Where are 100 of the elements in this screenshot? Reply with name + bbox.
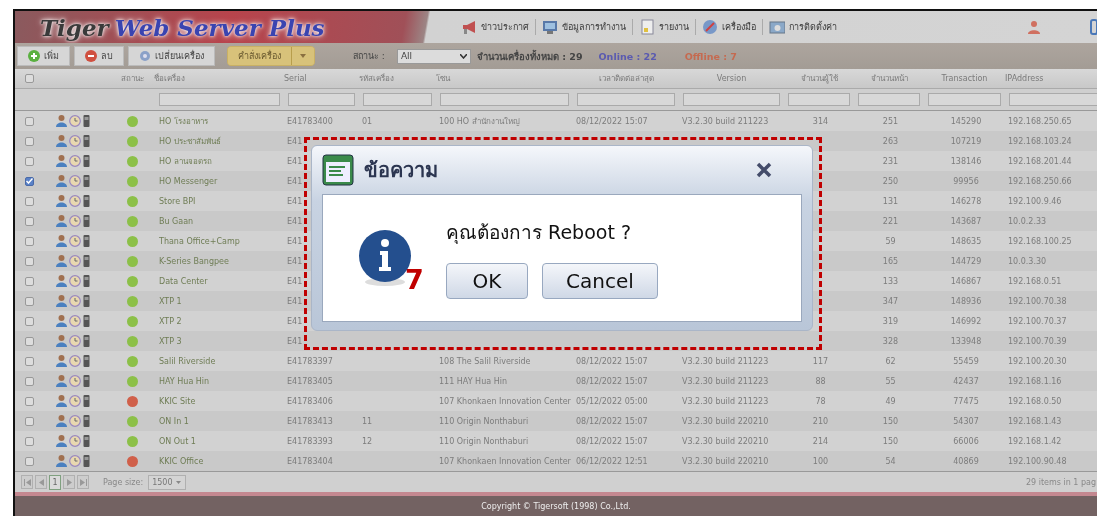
device-name[interactable]: HO โรงอาหาร — [154, 114, 284, 128]
toolbar-button[interactable]: ลบ — [74, 46, 124, 66]
filter-field[interactable] — [858, 93, 920, 106]
clock-icon[interactable] — [69, 415, 81, 427]
clock-icon[interactable] — [69, 455, 81, 467]
user-icon[interactable] — [1028, 20, 1040, 34]
column-header[interactable]: Serial — [284, 74, 359, 83]
device-name[interactable]: HO Messenger — [154, 176, 284, 186]
clock-icon[interactable] — [69, 155, 81, 167]
phone-icon[interactable] — [83, 115, 90, 127]
filter-field[interactable] — [788, 93, 850, 106]
device-name[interactable]: Salil Riverside — [154, 356, 284, 366]
toolbar-button[interactable]: เปลี่ยนเครื่อง — [128, 46, 215, 66]
device-name[interactable]: XTP 1 — [154, 296, 284, 306]
clock-icon[interactable] — [69, 435, 81, 447]
row-checkbox[interactable] — [25, 436, 34, 446]
person-icon[interactable] — [56, 355, 67, 367]
nav-link[interactable]: รายงาน — [633, 19, 696, 35]
person-icon[interactable] — [56, 215, 67, 227]
row-checkbox[interactable] — [25, 296, 34, 306]
phone-icon[interactable] — [83, 335, 90, 347]
column-header[interactable]: ชื่อเครื่อง — [154, 72, 284, 85]
clock-icon[interactable] — [69, 375, 81, 387]
row-checkbox[interactable] — [25, 216, 34, 226]
next-page-button[interactable] — [63, 475, 75, 489]
column-header[interactable]: เวลาติดต่อล่าสุด — [573, 72, 679, 85]
phone-icon[interactable] — [83, 375, 90, 387]
device-name[interactable]: XTP 2 — [154, 316, 284, 326]
phone-icon[interactable] — [83, 135, 90, 147]
select-all-checkbox[interactable] — [25, 74, 34, 83]
row-checkbox[interactable] — [25, 316, 34, 326]
column-header[interactable]: สถานะ — [114, 72, 154, 85]
phone-icon[interactable] — [83, 195, 90, 207]
person-icon[interactable] — [56, 135, 67, 147]
clock-icon[interactable] — [69, 275, 81, 287]
phone-icon[interactable] — [83, 435, 90, 447]
row-checkbox[interactable] — [25, 356, 34, 366]
nav-link[interactable]: เครื่องมือ — [696, 19, 763, 35]
row-checkbox[interactable] — [25, 396, 34, 406]
phone-icon[interactable] — [83, 315, 90, 327]
person-icon[interactable] — [56, 295, 67, 307]
column-header[interactable]: จำนวนหน้า — [854, 72, 924, 85]
phone-icon[interactable] — [83, 275, 90, 287]
phone-icon[interactable] — [83, 295, 90, 307]
device-name[interactable]: K-Series Bangpee — [154, 256, 284, 266]
person-icon[interactable] — [56, 195, 67, 207]
device-name[interactable]: ON In 1 — [154, 416, 284, 426]
phone-icon[interactable] — [83, 235, 90, 247]
person-icon[interactable] — [56, 435, 67, 447]
column-header[interactable]: Version — [679, 74, 784, 83]
person-icon[interactable] — [56, 175, 67, 187]
phone-icon[interactable] — [83, 415, 90, 427]
command-split-button[interactable]: คำสั่งเครื่อง — [227, 46, 315, 66]
clock-icon[interactable] — [69, 215, 81, 227]
row-checkbox[interactable] — [25, 176, 34, 186]
clock-icon[interactable] — [69, 315, 81, 327]
filter-field[interactable] — [288, 93, 355, 106]
status-select[interactable]: All — [396, 48, 471, 64]
row-checkbox[interactable] — [25, 116, 34, 126]
filter-field[interactable] — [440, 93, 569, 106]
person-icon[interactable] — [56, 275, 67, 287]
device-name[interactable]: Thana Office+Camp — [154, 236, 284, 246]
clock-icon[interactable] — [69, 335, 81, 347]
filter-field[interactable] — [577, 93, 675, 106]
clock-icon[interactable] — [69, 235, 81, 247]
first-page-button[interactable] — [21, 475, 33, 489]
person-icon[interactable] — [56, 455, 67, 467]
nav-link[interactable]: ข้อมูลการทำงาน — [536, 19, 633, 35]
filter-field[interactable] — [159, 93, 280, 106]
close-button[interactable] — [756, 162, 772, 178]
row-checkbox[interactable] — [25, 136, 34, 146]
device-name[interactable]: HAY Hua Hin — [154, 376, 284, 386]
phone-icon[interactable] — [83, 355, 90, 367]
toolbar-button[interactable]: เพิ่ม — [17, 46, 70, 66]
person-icon[interactable] — [56, 415, 67, 427]
phone-icon[interactable] — [83, 455, 90, 467]
row-checkbox[interactable] — [25, 456, 34, 466]
phone-icon[interactable] — [83, 155, 90, 167]
clock-icon[interactable] — [69, 295, 81, 307]
page-size-select[interactable]: 1500 — [148, 474, 187, 490]
exit-icon[interactable] — [1090, 19, 1097, 35]
clock-icon[interactable] — [69, 175, 81, 187]
column-header[interactable]: IPAddress — [1005, 74, 1097, 83]
row-checkbox[interactable] — [25, 376, 34, 386]
clock-icon[interactable] — [69, 115, 81, 127]
phone-icon[interactable] — [83, 175, 90, 187]
column-header[interactable]: โซน — [436, 72, 573, 85]
row-checkbox[interactable] — [25, 256, 34, 266]
device-name[interactable]: ON Out 1 — [154, 436, 284, 446]
person-icon[interactable] — [56, 155, 67, 167]
device-name[interactable]: Store BPI — [154, 196, 284, 206]
person-icon[interactable] — [56, 335, 67, 347]
filter-field[interactable] — [683, 93, 780, 106]
device-name[interactable]: Bu Gaan — [154, 216, 284, 226]
row-checkbox[interactable] — [25, 416, 34, 426]
row-checkbox[interactable] — [25, 196, 34, 206]
phone-icon[interactable] — [83, 255, 90, 267]
nav-link[interactable]: ข่าวประกาศ — [455, 19, 536, 35]
row-checkbox[interactable] — [25, 336, 34, 346]
person-icon[interactable] — [56, 395, 67, 407]
